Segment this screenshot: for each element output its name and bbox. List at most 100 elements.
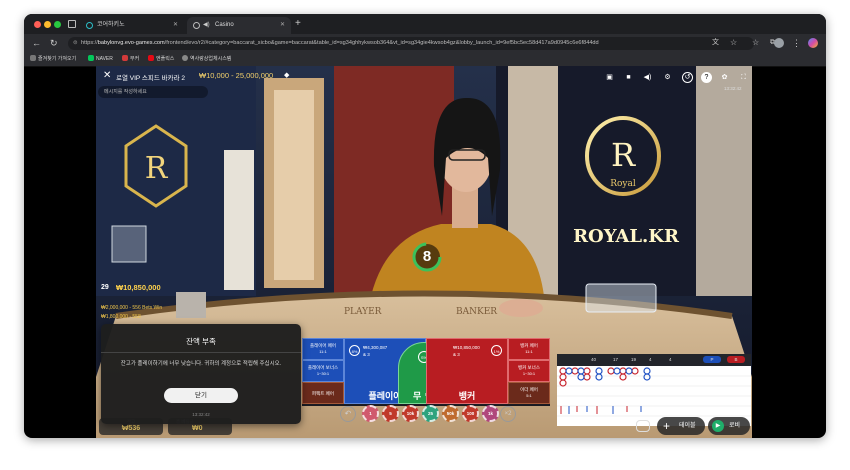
player-bonus-odds: 1~30:1 bbox=[316, 371, 330, 376]
close-game-icon[interactable]: ✕ bbox=[103, 70, 111, 81]
tab-bar: 코어하키노 ✕ ◀) Casino ✕ + bbox=[24, 14, 826, 34]
reload-icon[interactable]: ↻ bbox=[50, 38, 58, 48]
player-bonus-bet[interactable]: 플레이어 보너스 1~30:1 bbox=[302, 360, 344, 382]
limits-info-icon[interactable]: ◆ bbox=[284, 71, 289, 79]
menu-dots-icon[interactable]: ⋮ bbox=[792, 38, 801, 48]
roadmap-predict-b[interactable]: B bbox=[727, 356, 745, 363]
lobby-icon: ▶ bbox=[712, 420, 724, 432]
tab-1-label: 코어하키노 bbox=[97, 22, 125, 28]
url-prefix: https:// bbox=[81, 40, 98, 46]
bookmarks-bar: 즐겨찾기 가져오기 NAVER 부커 엔플릭스 역사랑상업체시스템 bbox=[24, 53, 826, 67]
player-count: & 3 bbox=[363, 352, 370, 357]
speaker-icon[interactable]: ◀) bbox=[203, 17, 210, 34]
table-title: 로열 VIP 스피드 바카라 2 bbox=[116, 75, 186, 82]
tab-1[interactable]: 코어하키노 ✕ bbox=[80, 17, 184, 34]
url-field[interactable]: ⊜ https://babylonvg.evo-games.com/fronten… bbox=[68, 37, 754, 50]
url-path: /frontend/evo/r2/#category=baccarat_sicb… bbox=[164, 40, 599, 46]
table-limits: ₩10,000 - 25,000,000 bbox=[199, 71, 274, 80]
banker-count: & 3 bbox=[453, 352, 460, 357]
roadmap-predict-p[interactable]: P bbox=[703, 356, 721, 363]
player-pair-bet[interactable]: 플레이어 페어 11:1 bbox=[302, 338, 344, 360]
help-icon[interactable]: ? bbox=[701, 72, 712, 83]
left-pillar bbox=[224, 150, 254, 290]
right-crest-word: Royal bbox=[610, 179, 636, 189]
chip-50k[interactable]: 50k bbox=[442, 405, 459, 422]
chat-input[interactable]: 메시지를 작성하세요 bbox=[98, 86, 208, 98]
banker-label: 뱅커 bbox=[458, 391, 476, 401]
tab-favicon-icon bbox=[86, 22, 93, 29]
close-window-button[interactable] bbox=[34, 21, 41, 28]
tab-list-icon[interactable] bbox=[68, 20, 76, 28]
browser-window: 코어하키노 ✕ ◀) Casino ✕ + ← ↻ ⊜ https://babyl… bbox=[24, 14, 826, 438]
player-amount: ₩4,300,087 bbox=[363, 345, 388, 350]
chat-icon[interactable]: ▣ bbox=[604, 72, 615, 83]
site-info-icon[interactable]: ⊜ bbox=[73, 37, 81, 50]
bookmark-import[interactable]: 즐겨찾기 가져오기 bbox=[30, 55, 76, 64]
rotate-icon[interactable]: ✿ bbox=[719, 72, 730, 83]
dialog-close-button[interactable]: 닫기 bbox=[164, 388, 238, 403]
banker-pair-odds: 11:1 bbox=[525, 349, 533, 354]
fullscreen-icon[interactable]: ⛶ bbox=[738, 72, 749, 83]
perfect-pair-bet[interactable]: 퍼펙트 페어 bbox=[302, 382, 344, 404]
bookmark-favicon-icon bbox=[148, 55, 154, 61]
assistant-icon[interactable] bbox=[808, 38, 818, 48]
volume-icon[interactable]: ◀) bbox=[642, 72, 653, 83]
close-tab-icon[interactable]: ✕ bbox=[173, 17, 178, 34]
dialog-message: 잔고가 플레이하기에 너무 낮습니다. 귀하의 계정으로 적립해 주십시오. bbox=[120, 361, 282, 367]
translate-icon[interactable]: 文 bbox=[712, 38, 719, 48]
new-tab-button[interactable]: + bbox=[295, 17, 301, 31]
back-arrow-icon[interactable]: ← bbox=[32, 38, 41, 48]
chip-25[interactable]: 25 bbox=[422, 405, 439, 422]
banker-bonus-bet[interactable]: 뱅커 보너스 1~30:1 bbox=[508, 360, 550, 382]
dialog-title: 잔액 부족 bbox=[186, 337, 216, 346]
close-tab-icon[interactable]: ✕ bbox=[280, 17, 285, 34]
minimize-window-button[interactable] bbox=[44, 21, 51, 28]
tab-2-active[interactable]: ◀) Casino ✕ bbox=[187, 17, 291, 34]
double-bet-button[interactable]: ×2 bbox=[500, 406, 516, 422]
left-crest-letter: R bbox=[145, 151, 169, 186]
globe-icon bbox=[193, 22, 200, 29]
either-pair-bet[interactable]: 이더 페어 5:1 bbox=[508, 382, 550, 404]
table-button-label: 테이블 bbox=[679, 423, 696, 429]
banker-pair-bet[interactable]: 뱅커 페어 11:1 bbox=[508, 338, 550, 360]
dialog-pointer bbox=[120, 422, 130, 427]
chat-placeholder: 메시지를 작성하세요 bbox=[104, 89, 147, 95]
tab-2-label: Casino bbox=[215, 22, 234, 28]
bookmark-star-icon[interactable]: ☆ bbox=[730, 38, 737, 48]
chat-bubble-icon[interactable] bbox=[636, 420, 650, 432]
video-icon[interactable]: ■ bbox=[623, 72, 634, 83]
card-box-left bbox=[176, 292, 206, 318]
bookmark-2[interactable]: 부커 bbox=[122, 55, 139, 64]
bookmark-naver[interactable]: NAVER bbox=[88, 55, 113, 64]
banker-bet[interactable]: ₩10,850,000 & 3 1% 뱅커 bbox=[426, 338, 508, 404]
perfect-pair-label: 퍼펙트 페어 bbox=[312, 391, 334, 396]
bookmark-3[interactable]: 엔플릭스 bbox=[148, 55, 174, 64]
acrylic-box bbox=[111, 225, 147, 263]
total-bet-value: ₩0 bbox=[192, 425, 203, 432]
timer-value: 8 bbox=[422, 248, 432, 265]
bet-stat-1: ₩2,000,000 - 556 Bets Win bbox=[101, 305, 163, 311]
chip-1k[interactable]: 1k bbox=[482, 405, 499, 422]
settings-gear-icon[interactable]: ⚙ bbox=[662, 72, 673, 83]
chip-5[interactable]: 5 bbox=[382, 405, 399, 422]
lobby-button[interactable]: ▶ 로비 bbox=[708, 417, 750, 435]
bookmark-4[interactable]: 역사랑상업체시스템 bbox=[182, 55, 231, 64]
history-icon[interactable]: ↺ bbox=[682, 72, 693, 83]
chip-10k[interactable]: 10k bbox=[402, 405, 419, 422]
extensions-icon[interactable]: ☆ bbox=[752, 38, 759, 48]
chip-100[interactable]: 100 bbox=[462, 405, 479, 422]
table-button[interactable]: + 테이블 bbox=[657, 417, 705, 435]
maximize-window-button[interactable] bbox=[54, 21, 61, 28]
royal-kr-banner: ROYAL.KR bbox=[573, 226, 680, 247]
stat-pair: 4 bbox=[669, 357, 672, 362]
profile-avatar[interactable] bbox=[774, 38, 784, 48]
either-pair-odds: 5:1 bbox=[526, 393, 532, 398]
undo-icon[interactable]: ↶ bbox=[340, 406, 356, 422]
banker-amount: ₩10,850,000 bbox=[453, 345, 480, 350]
chip-1[interactable]: 1 bbox=[362, 405, 379, 422]
stat-player: 17 bbox=[613, 357, 619, 362]
plus-icon: + bbox=[663, 419, 671, 433]
arch-window-inner bbox=[274, 90, 314, 280]
game-area: R R Royal ROYAL.KR PLAYER BANKER ✕ 로열 VI… bbox=[96, 66, 752, 438]
player-pair-odds: 11:1 bbox=[319, 349, 327, 354]
